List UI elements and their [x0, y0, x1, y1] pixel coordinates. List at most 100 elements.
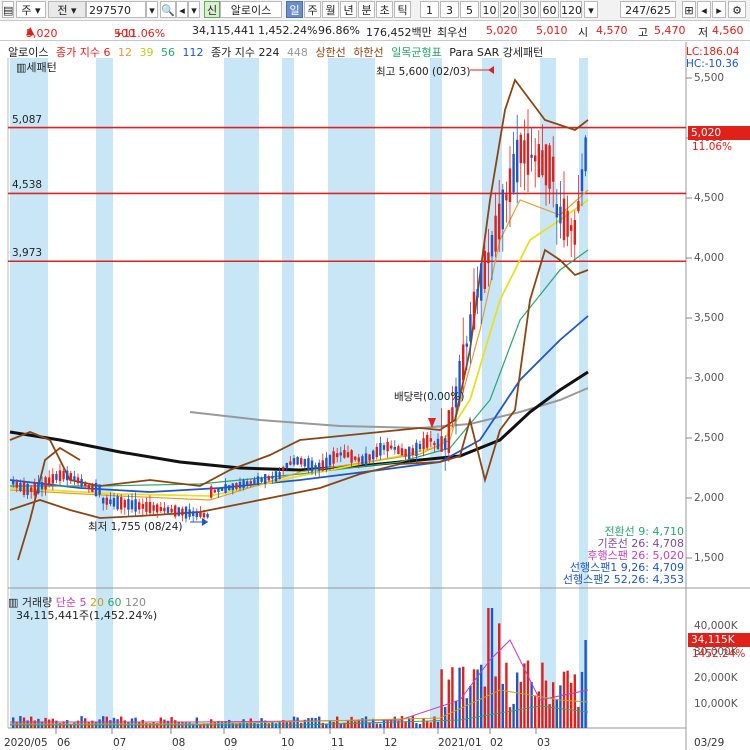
- candle-body: [512, 153, 515, 193]
- candle-body: [55, 474, 58, 480]
- candle-body: [332, 451, 335, 464]
- period-tab-2[interactable]: 월: [322, 1, 339, 18]
- candle-body: [314, 465, 317, 469]
- volume-pct2: 96.86%: [318, 24, 360, 37]
- candle-body: [386, 442, 389, 452]
- volume-bar: [490, 608, 494, 728]
- stock-dropdown-icon[interactable]: ▾: [188, 1, 200, 18]
- legend-ma-56: 56: [160, 46, 175, 59]
- candle-body: [516, 139, 519, 183]
- volume-bar: [242, 719, 245, 728]
- candle-body: [426, 434, 429, 448]
- interval-dropdown-icon[interactable]: ▾: [584, 1, 598, 18]
- volume-bar: [307, 718, 310, 728]
- date-axis-label: 08: [172, 737, 186, 749]
- search-icon[interactable]: 🔍: [160, 1, 176, 18]
- candle-body: [541, 150, 544, 176]
- current-price-value: 5,020: [26, 27, 58, 40]
- legend-ichimoku: 일목균형표: [391, 46, 442, 59]
- menu-icon[interactable]: ▤: [2, 1, 14, 18]
- price-axis-label: 3,000: [694, 372, 725, 384]
- candle-body: [127, 498, 130, 510]
- volume-bar: [577, 706, 580, 728]
- code-mode-label: 전: [57, 4, 68, 17]
- dividend-annotation: 배당락(0.00%): [394, 391, 465, 403]
- candle-body: [498, 203, 501, 240]
- volume-legend-value: 34,115,441주(1,452.24%): [16, 609, 158, 622]
- next-icon[interactable]: ▸: [712, 1, 726, 18]
- candle-body: [490, 234, 494, 257]
- candle-body: [462, 344, 465, 381]
- price-chart[interactable]: [0, 41, 750, 750]
- volume-bar: [386, 720, 389, 728]
- high-value: 5,470: [654, 24, 686, 37]
- candle-body: [469, 314, 472, 342]
- week-highlight-band: [282, 58, 294, 728]
- interval-button-6[interactable]: 60: [540, 1, 559, 18]
- interval-button-3[interactable]: 10: [480, 1, 499, 18]
- candle-body: [249, 481, 252, 484]
- price-axis-label: 4,500: [694, 192, 725, 204]
- volume-badge: 34,115K: [688, 633, 750, 647]
- candle-body: [138, 502, 141, 510]
- stock-code-input[interactable]: 297570: [86, 1, 146, 18]
- candle-body: [253, 479, 256, 484]
- candle-body: [303, 459, 306, 467]
- candle-body: [346, 452, 350, 458]
- candle-body: [112, 497, 116, 507]
- interval-button-4[interactable]: 20: [500, 1, 519, 18]
- period-tab-1[interactable]: 주: [304, 1, 321, 18]
- stock-name-field[interactable]: 알로이스: [220, 1, 282, 18]
- candle-body: [390, 445, 393, 449]
- period-tab-3[interactable]: 년: [340, 1, 357, 18]
- candle-body: [440, 436, 443, 452]
- period-tab-4[interactable]: 분: [358, 1, 375, 18]
- date-axis-label: 2021/01: [438, 737, 482, 749]
- interval-button-1[interactable]: 3: [440, 1, 459, 18]
- high-annotation: 최고 5,600 (02/03): [376, 66, 471, 78]
- volume-bar: [444, 707, 447, 728]
- candle-body: [343, 449, 346, 458]
- volume-bar: [170, 717, 173, 728]
- period-tab-6[interactable]: 틱: [394, 1, 411, 18]
- candle-body: [192, 511, 195, 517]
- candle-body: [141, 504, 144, 509]
- volume-bar: [454, 700, 458, 728]
- volume-pct: 1,452.24%: [258, 24, 318, 37]
- stock-code-value: 297570: [89, 4, 131, 17]
- code-dropdown-icon[interactable]: ▾: [146, 1, 158, 18]
- legend-ma-448: 448: [286, 46, 308, 59]
- interval-button-2[interactable]: 5: [460, 1, 479, 18]
- market-select[interactable]: 주 ▾: [16, 1, 46, 18]
- interval-button-0[interactable]: 1: [420, 1, 439, 18]
- candle-body: [544, 144, 548, 186]
- interval-button-7[interactable]: 120: [560, 1, 582, 18]
- new-badge: 신: [204, 1, 220, 18]
- speaker-icon[interactable]: ◂: [176, 1, 188, 18]
- date-axis-label: 02: [490, 737, 504, 749]
- candle-body: [465, 343, 468, 347]
- period-tab-0[interactable]: 일: [286, 1, 303, 18]
- candle-body: [339, 452, 342, 456]
- candle-body: [22, 482, 26, 495]
- settings-icon[interactable]: ⚙: [728, 1, 746, 18]
- candle-body: [73, 476, 76, 481]
- code-mode-select[interactable]: 전 ▾: [48, 1, 86, 18]
- prev-icon[interactable]: ◂: [697, 1, 711, 18]
- interval-button-5[interactable]: 30: [520, 1, 539, 18]
- candle-body: [480, 263, 483, 301]
- price-axis-label: 4,000: [694, 252, 725, 264]
- candle-body: [260, 477, 263, 482]
- legend-sar-continued: ▥세패턴: [16, 59, 57, 75]
- volume-bar: [552, 682, 555, 728]
- period-tab-5[interactable]: 초: [376, 1, 393, 18]
- volume-bar: [318, 716, 321, 728]
- lc-value: LC:186.04: [686, 46, 740, 58]
- candle-body: [364, 453, 368, 466]
- grid-icon[interactable]: ⊞: [682, 1, 696, 18]
- candle-body: [26, 483, 29, 496]
- candle-body: [33, 482, 36, 496]
- candle-body: [152, 505, 155, 511]
- low-value: 4,560: [712, 24, 744, 37]
- volume-bar: [429, 722, 432, 728]
